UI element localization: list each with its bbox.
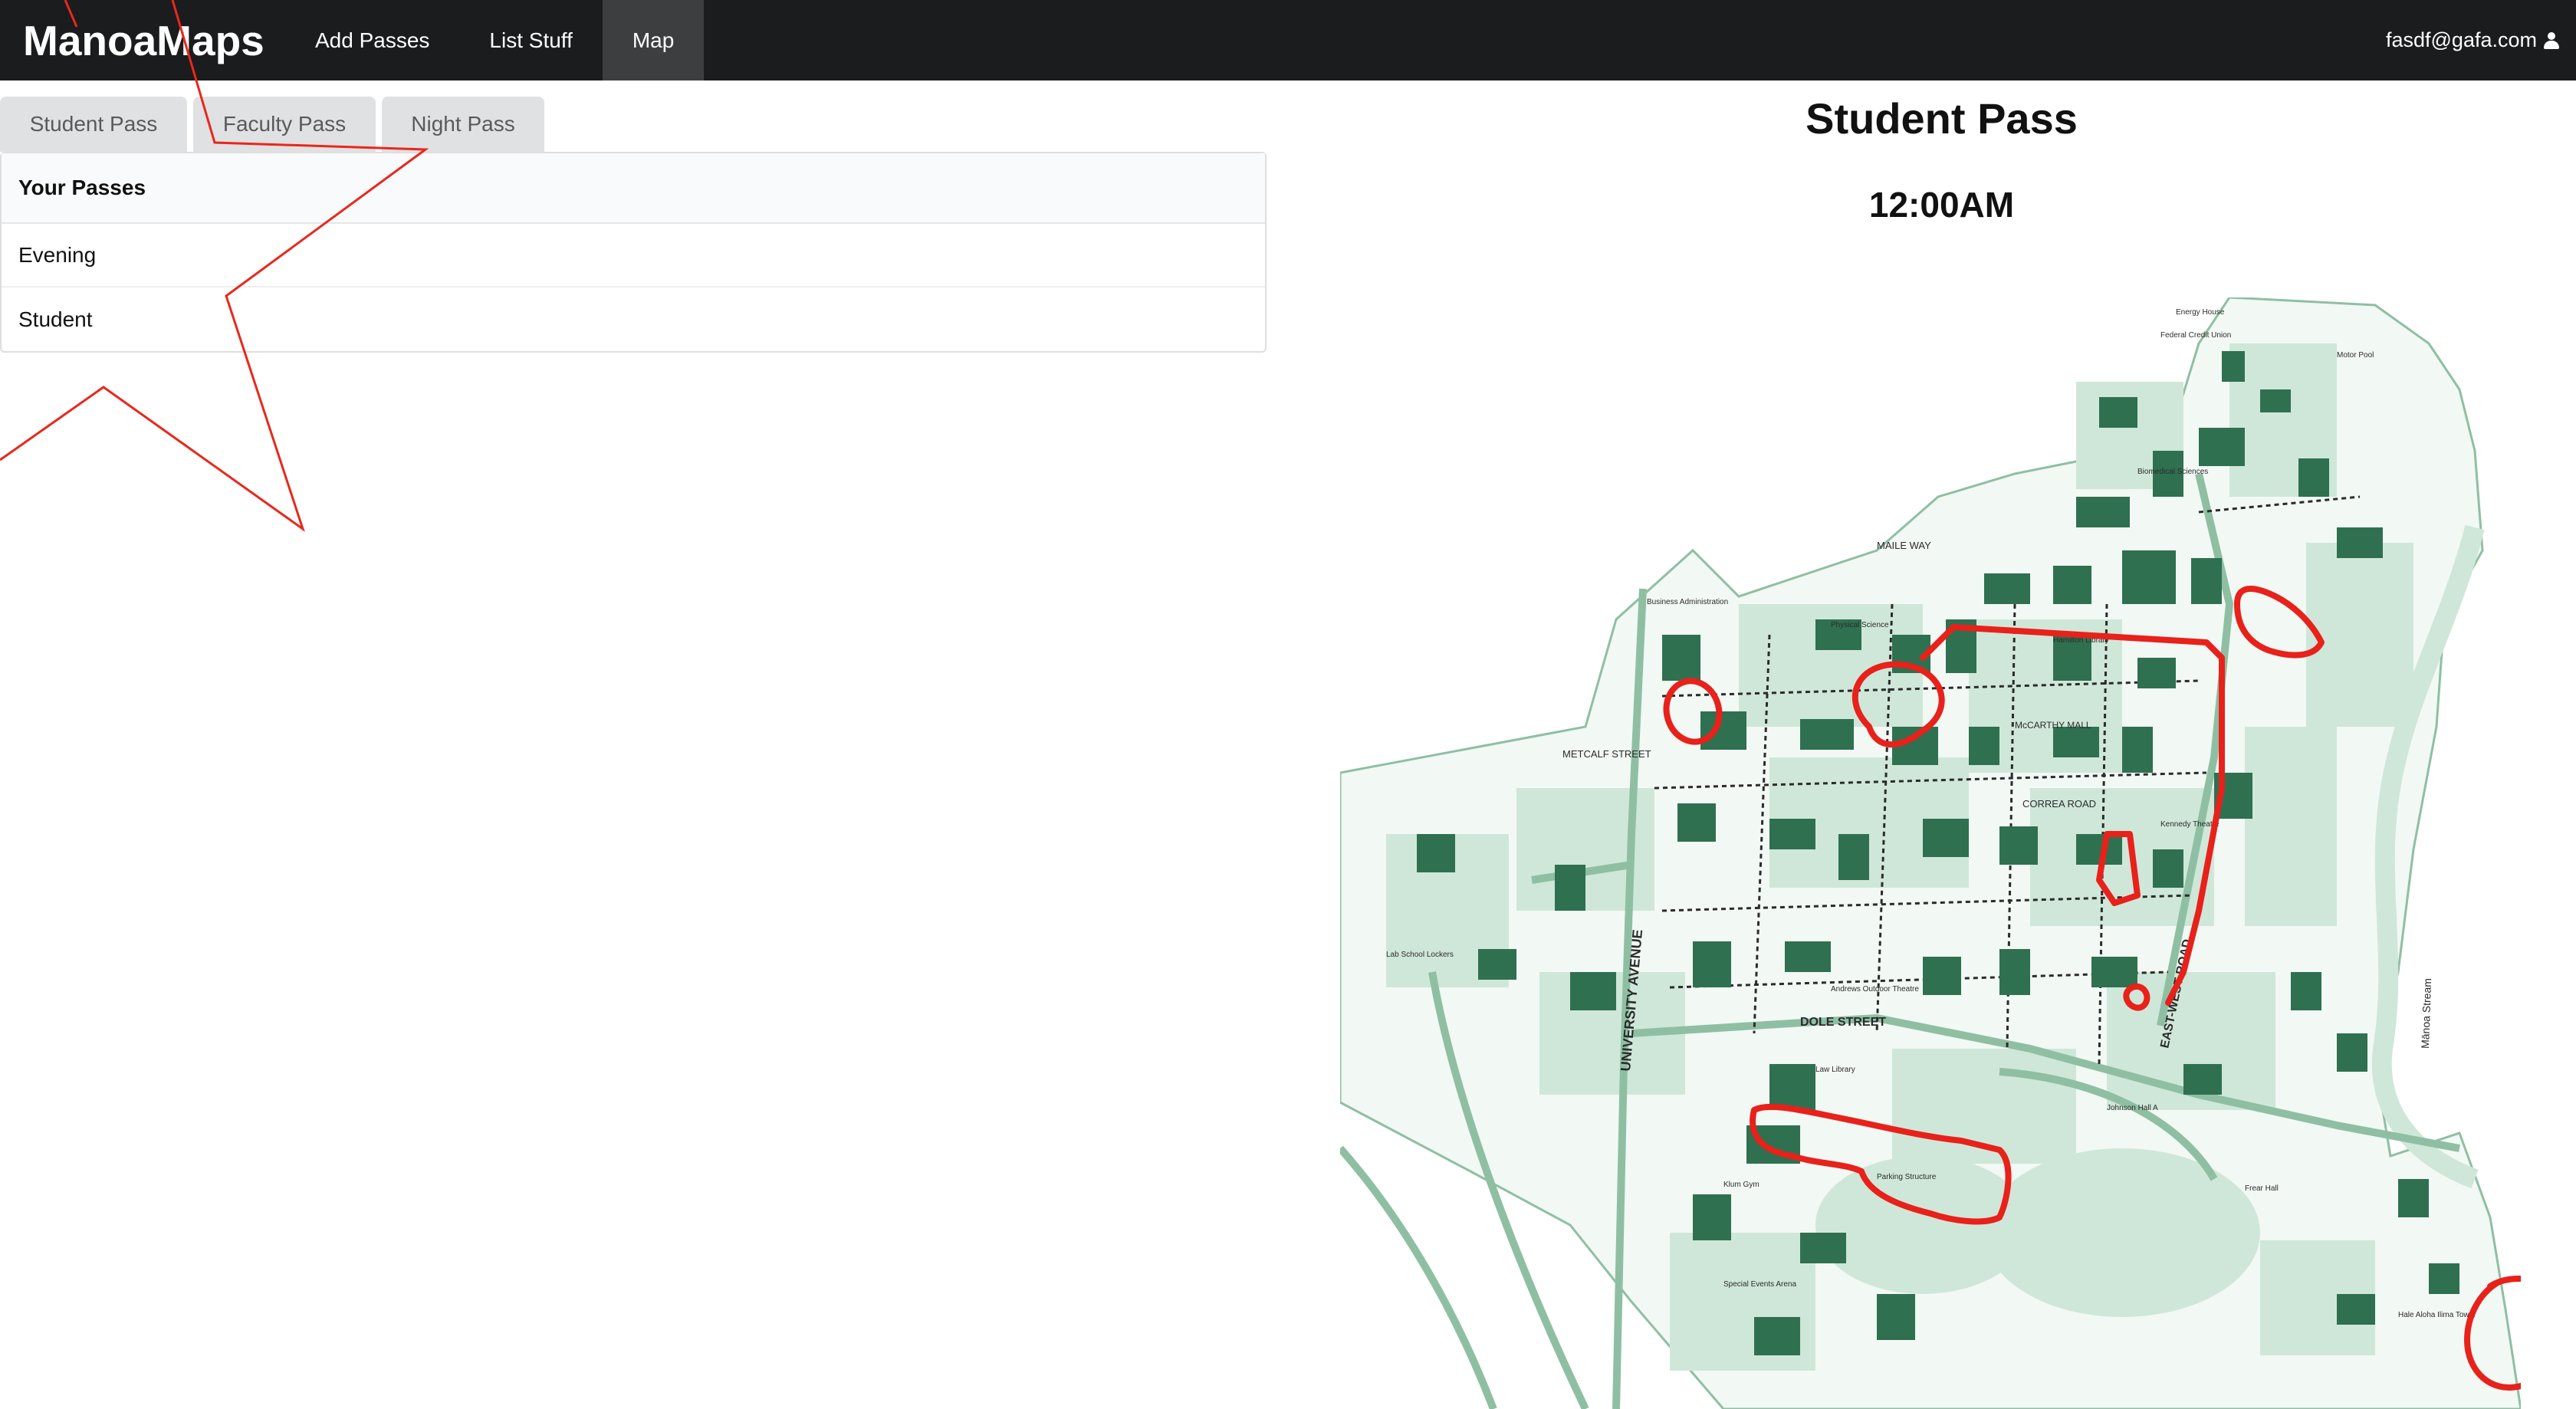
bldg-hale-aloha: Hale Aloha Ilima Tower [2398, 1311, 2476, 1319]
your-passes-header: Your Passes [2, 153, 1265, 224]
bldg-physical-science: Physical Science [1831, 621, 1889, 629]
selected-pass-title: Student Pass [1806, 94, 2078, 143]
street-metcalf: METCALF STREET [1562, 748, 1651, 760]
bldg-energy-house: Energy House [2176, 308, 2225, 317]
bldg-biomedical-sciences: Biomedical Sciences [2137, 468, 2208, 476]
bldg-parking-structure: Parking Structure [1877, 1173, 1937, 1181]
top-navbar: ManoaMaps Add Passes List Stuff Map fasd… [0, 0, 2576, 80]
pass-item-evening[interactable]: Evening [2, 224, 1265, 287]
bldg-andrews-theatre: Andrews Outdoor Theatre [1831, 985, 1919, 994]
bldg-federal-credit-union: Federal Credit Union [2160, 331, 2231, 340]
bldg-special-events-arena: Special Events Arena [1723, 1280, 1796, 1289]
pass-time: 12:00AM [1868, 185, 2015, 225]
nav-map[interactable]: Map [602, 0, 705, 80]
bldg-frear-hall: Frear Hall [2245, 1184, 2279, 1193]
bldg-klum-gym: Klum Gym [1723, 1181, 1760, 1189]
pass-item-student[interactable]: Student [2, 287, 1265, 351]
user-email: fasdf@gafa.com [2385, 28, 2537, 51]
user-menu[interactable]: fasdf@gafa.com [2386, 0, 2576, 80]
nav-list-stuff[interactable]: List Stuff [459, 0, 602, 80]
bldg-kennedy-theatre: Kennedy Theatre [2160, 820, 2220, 829]
brand-logo[interactable]: ManoaMaps [0, 0, 285, 80]
pass-tabs: Student Pass Faculty Pass Night Pass [0, 97, 550, 152]
bldg-lab-school-lockers: Lab School Lockers [1386, 951, 1454, 959]
tab-faculty-pass[interactable]: Faculty Pass [193, 97, 376, 152]
street-dole: DOLE STREET [1800, 1016, 1886, 1029]
user-icon [2544, 31, 2559, 49]
street-mccarthy: McCARTHY MALL [2015, 720, 2091, 731]
tab-night-pass[interactable]: Night Pass [382, 97, 544, 152]
bldg-motor-pool: Motor Pool [2337, 351, 2374, 360]
tab-student-pass[interactable]: Student Pass [0, 97, 187, 152]
bldg-johnson-hall: Johnson Hall A [2107, 1104, 2158, 1112]
nav-add-passes[interactable]: Add Passes [285, 0, 459, 80]
bldg-law-library: Law Library [1815, 1066, 1855, 1074]
street-maile-way: MAILE WAY [1877, 540, 1931, 551]
street-correa: CORREA ROAD [2022, 798, 2096, 810]
bldg-business-admin: Business Administration [1647, 598, 1728, 606]
your-passes-list: Your Passes Evening Student [0, 152, 1267, 353]
stream-label: Mānoa Stream [2419, 978, 2433, 1049]
campus-map[interactable]: UNIVERSITY AVENUE DOLE STREET EAST-WEST … [1340, 297, 2521, 1409]
